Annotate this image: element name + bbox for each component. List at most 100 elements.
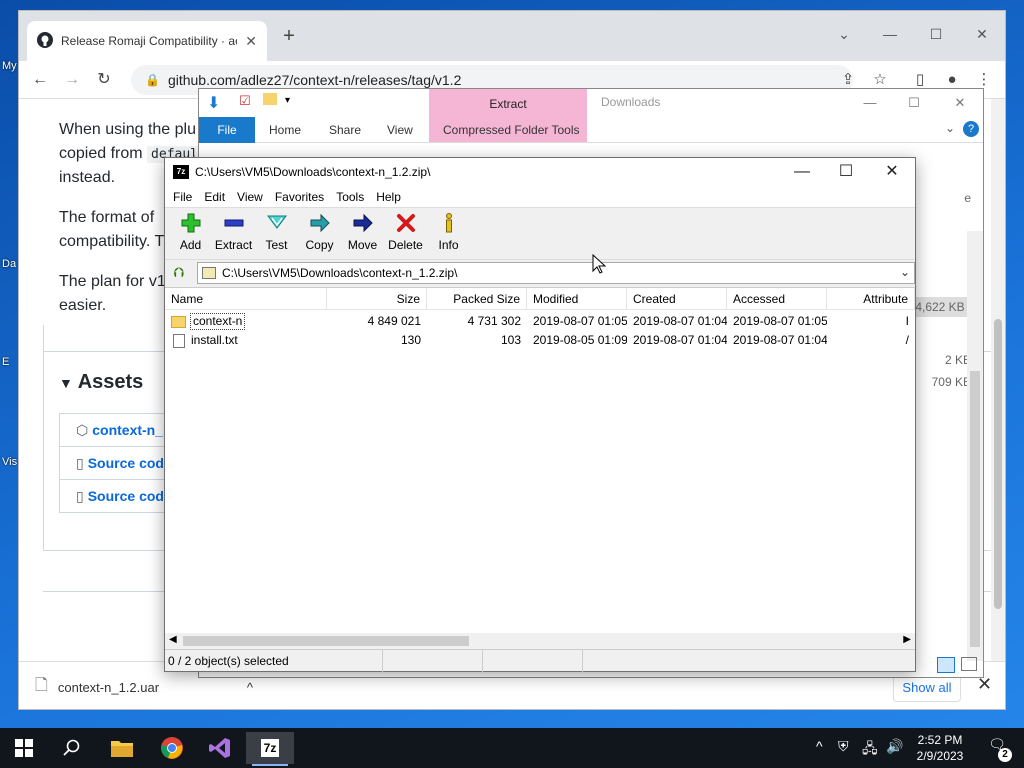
window-title: C:\Users\VM5\Downloads\context-n_1.2.zip… bbox=[195, 165, 431, 179]
status-bar: 0 / 2 object(s) selected bbox=[165, 649, 915, 672]
tab-compressed-folder-tools[interactable]: Compressed Folder Tools bbox=[443, 117, 580, 143]
scrollbar-thumb[interactable] bbox=[994, 319, 1002, 609]
visual-studio-taskbar[interactable] bbox=[196, 732, 244, 764]
file-icon: 🗋 bbox=[35, 676, 48, 694]
table-row[interactable]: context-n 4 849 021 4 731 302 2019-08-07… bbox=[165, 312, 915, 331]
explorer-scrollbar[interactable] bbox=[967, 231, 983, 661]
menu-help[interactable]: Help bbox=[370, 190, 407, 204]
table-row[interactable]: install.txt 130 103 2019-08-05 01:09 201… bbox=[165, 331, 915, 350]
file-explorer-taskbar[interactable] bbox=[98, 732, 146, 764]
chevron-down-icon[interactable]: ⌄ bbox=[900, 265, 910, 279]
menu-edit[interactable]: Edit bbox=[198, 190, 231, 204]
minimize-button[interactable]: — bbox=[847, 89, 893, 117]
menu-view[interactable]: View bbox=[231, 190, 269, 204]
network-icon[interactable]: 🖧 bbox=[862, 738, 878, 762]
desktop-icon-label[interactable]: Da bbox=[2, 258, 16, 270]
modified-date: 2019-08-05 01:09 bbox=[533, 333, 627, 347]
close-button[interactable]: ✕ bbox=[937, 89, 983, 117]
up-folder-icon[interactable]: ⮉ bbox=[169, 264, 189, 282]
desktop-icon-label[interactable]: My bbox=[2, 60, 17, 72]
tab-home[interactable]: Home bbox=[269, 117, 301, 143]
close-button[interactable]: ✕ bbox=[959, 19, 1005, 49]
column-name[interactable]: Name bbox=[165, 288, 327, 310]
mouse-cursor-icon bbox=[592, 254, 606, 274]
shield-icon[interactable]: ⛨ bbox=[838, 738, 849, 755]
notification-button[interactable]: 🗨 2 bbox=[984, 736, 1012, 762]
menu-favorites[interactable]: Favorites bbox=[269, 190, 330, 204]
download-arrow-icon: ⬇ bbox=[207, 95, 221, 112]
maximize-button[interactable]: ☐ bbox=[823, 158, 869, 186]
properties-icon[interactable]: ☑ bbox=[239, 93, 251, 109]
chevron-up-icon[interactable]: ^ bbox=[247, 680, 253, 695]
volume-icon[interactable]: 🔊 bbox=[886, 738, 903, 755]
page-scrollbar[interactable] bbox=[991, 99, 1005, 661]
back-button[interactable]: ← bbox=[27, 67, 53, 93]
selected-size: 4,622 KB bbox=[909, 297, 971, 317]
column-modified[interactable]: Modified bbox=[527, 288, 627, 310]
delete-button[interactable]: Delete bbox=[384, 208, 427, 258]
archive-icon bbox=[202, 267, 216, 279]
minimize-button[interactable]: — bbox=[779, 158, 825, 186]
status-cell bbox=[583, 650, 683, 672]
file-tab[interactable]: File bbox=[199, 117, 255, 143]
start-button[interactable] bbox=[0, 732, 48, 764]
clock[interactable]: 2:52 PM 2/9/2023 bbox=[908, 732, 972, 764]
desktop-icon-label[interactable]: Vis bbox=[2, 456, 17, 468]
details-view-icon[interactable] bbox=[937, 657, 955, 673]
column-attribute[interactable]: Attribute bbox=[827, 288, 915, 310]
move-button[interactable]: Move bbox=[341, 208, 384, 258]
chrome-taskbar[interactable] bbox=[148, 732, 196, 764]
list-header: Name Size Packed Size Modified Created A… bbox=[165, 288, 915, 310]
assets-heading[interactable]: ▼ Assets bbox=[59, 371, 143, 394]
copy-button[interactable]: Copy bbox=[298, 208, 341, 258]
column-accessed[interactable]: Accessed bbox=[727, 288, 827, 310]
help-icon[interactable]: ? bbox=[963, 121, 979, 137]
maximize-button[interactable]: ☐ bbox=[891, 89, 937, 117]
extract-button[interactable]: Extract bbox=[212, 208, 255, 258]
packed-size: 4 731 302 bbox=[467, 314, 521, 328]
info-button[interactable]: Info bbox=[427, 208, 470, 258]
file-list: Name Size Packed Size Modified Created A… bbox=[165, 287, 915, 649]
chevron-down-icon[interactable]: ▾ bbox=[285, 95, 290, 106]
scrollbar-thumb[interactable] bbox=[183, 636, 469, 646]
new-tab-button[interactable]: + bbox=[277, 25, 301, 48]
tab-view[interactable]: View bbox=[387, 117, 413, 143]
7zip-taskbar[interactable]: 7z bbox=[246, 732, 294, 766]
column-packed-size[interactable]: Packed Size bbox=[427, 288, 527, 310]
search-button[interactable] bbox=[48, 732, 96, 764]
packed-size: 103 bbox=[500, 333, 521, 347]
chevron-down-icon[interactable]: ⌄ bbox=[821, 19, 867, 49]
close-icon[interactable]: ✕ bbox=[245, 33, 257, 50]
scroll-left-icon[interactable]: ◀ bbox=[169, 634, 177, 645]
horizontal-scrollbar[interactable]: ◀ ▶ bbox=[165, 633, 915, 649]
test-button[interactable]: Test bbox=[255, 208, 298, 258]
menu-file[interactable]: File bbox=[167, 190, 198, 204]
folder-icon[interactable] bbox=[263, 93, 277, 105]
column-created[interactable]: Created bbox=[627, 288, 727, 310]
browser-tab[interactable]: Release Romaji Compatibility · ac ✕ bbox=[27, 21, 267, 61]
windows-icon bbox=[15, 739, 33, 757]
show-all-button[interactable]: Show all bbox=[893, 674, 961, 702]
reload-button[interactable]: ↻ bbox=[91, 67, 117, 93]
tiles-view-icon[interactable] bbox=[961, 657, 977, 671]
extract-context-tab[interactable]: Extract bbox=[429, 97, 587, 111]
add-button[interactable]: Add bbox=[169, 208, 212, 258]
maximize-button[interactable]: ☐ bbox=[913, 19, 959, 49]
created-date: 2019-08-07 01:04 bbox=[633, 314, 727, 328]
folder-icon bbox=[111, 741, 133, 757]
forward-button[interactable]: → bbox=[59, 67, 85, 93]
close-button[interactable]: ✕ bbox=[869, 158, 915, 186]
desktop-icon-label[interactable]: E bbox=[2, 356, 9, 368]
menu-tools[interactable]: Tools bbox=[330, 190, 370, 204]
column-size[interactable]: Size bbox=[327, 288, 427, 310]
tab-share[interactable]: Share bbox=[329, 117, 361, 143]
path-combobox[interactable]: C:\Users\VM5\Downloads\context-n_1.2.zip… bbox=[197, 262, 915, 284]
chevron-up-icon[interactable]: ^ bbox=[816, 738, 823, 754]
chevron-down-icon[interactable]: ⌄ bbox=[945, 121, 955, 135]
move-icon bbox=[353, 213, 373, 233]
release-text: easier. bbox=[59, 297, 107, 314]
minimize-button[interactable]: — bbox=[867, 19, 913, 49]
scrollbar-thumb[interactable] bbox=[970, 371, 980, 647]
scroll-right-icon[interactable]: ▶ bbox=[903, 634, 911, 645]
file-name: install.txt bbox=[191, 333, 238, 347]
